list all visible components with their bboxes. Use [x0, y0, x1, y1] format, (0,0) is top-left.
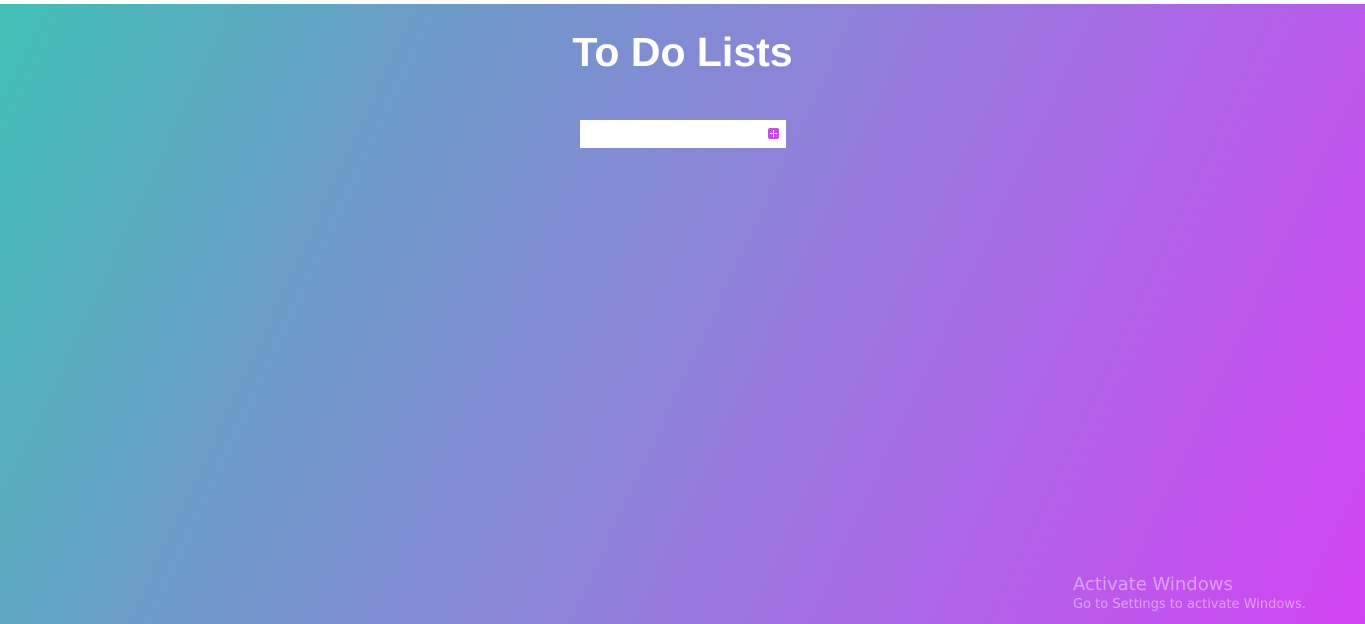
- add-task-button[interactable]: [768, 128, 779, 139]
- windows-activation-watermark: Activate Windows Go to Settings to activ…: [1073, 574, 1306, 614]
- watermark-title: Activate Windows: [1073, 574, 1233, 595]
- todo-input-row: [580, 120, 786, 148]
- app-background: To Do Lists: [0, 4, 1365, 624]
- plus-icon-vertical: [773, 130, 774, 137]
- todo-input[interactable]: [580, 120, 760, 148]
- watermark-subtitle: Go to Settings to activate Windows.: [1073, 597, 1306, 612]
- page-title: To Do Lists: [572, 29, 793, 75]
